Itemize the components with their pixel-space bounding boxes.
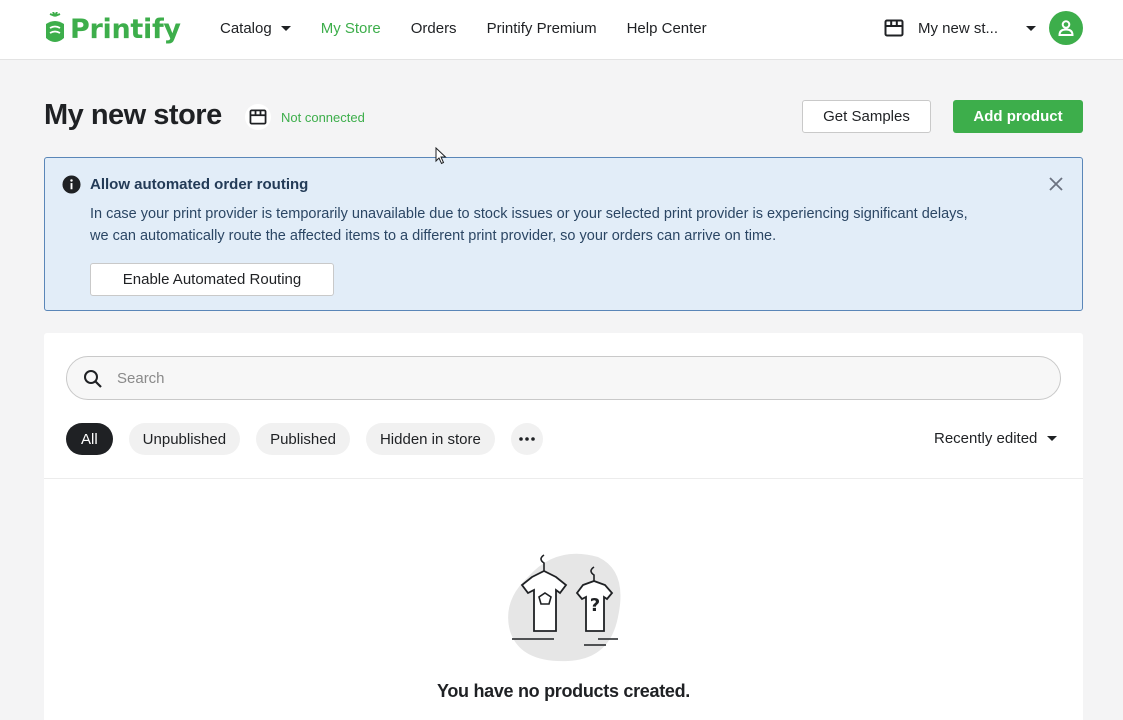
filter-published[interactable]: Published <box>256 423 350 455</box>
store-switcher[interactable]: My new st... <box>884 16 1036 40</box>
filter-hidden-in-store[interactable]: Hidden in store <box>365 423 495 455</box>
storefront-icon <box>249 109 267 125</box>
more-filters-button[interactable] <box>510 423 543 455</box>
storefront-icon <box>884 19 904 37</box>
search-icon <box>84 370 102 388</box>
user-icon <box>1058 20 1074 36</box>
nav-orders[interactable]: Orders <box>411 20 457 37</box>
store-switcher-label: My new st... <box>918 19 999 37</box>
filter-all[interactable]: All <box>66 423 113 455</box>
nav-catalog[interactable]: Catalog <box>220 20 291 37</box>
nav-printify-premium[interactable]: Printify Premium <box>487 20 597 37</box>
search-bar <box>66 356 1061 400</box>
filter-chips: All Unpublished Published Hidden in stor… <box>66 423 559 455</box>
routing-banner: Allow automated order routing In case yo… <box>44 157 1083 311</box>
store-type-badge <box>245 104 271 130</box>
info-icon <box>62 175 81 194</box>
mouse-pointer-icon <box>435 147 447 165</box>
search-input[interactable] <box>117 363 1037 393</box>
chevron-down-icon <box>1026 25 1036 31</box>
add-product-button[interactable]: Add product <box>953 100 1083 133</box>
sort-label: Recently edited <box>934 430 1038 447</box>
more-horizontal-icon <box>519 437 535 441</box>
banner-title: Allow automated order routing <box>90 176 309 193</box>
sort-dropdown[interactable]: Recently edited <box>934 430 1058 447</box>
enable-routing-button[interactable]: Enable Automated Routing <box>90 263 334 296</box>
get-samples-button[interactable]: Get Samples <box>802 100 931 133</box>
products-panel: All Unpublished Published Hidden in stor… <box>44 333 1083 720</box>
connection-status: Not connected <box>281 110 365 125</box>
empty-products-illustration: ? <box>508 553 621 662</box>
logo-text: Printify <box>70 13 181 45</box>
divider <box>44 478 1083 479</box>
user-avatar-button[interactable] <box>1049 11 1083 45</box>
nav-catalog-label: Catalog <box>220 19 272 37</box>
filter-unpublished[interactable]: Unpublished <box>128 423 241 455</box>
printify-logo-icon <box>46 12 64 42</box>
svg-text:?: ? <box>590 595 600 616</box>
close-icon[interactable] <box>1048 176 1064 192</box>
chevron-down-icon <box>280 25 291 31</box>
printify-logo[interactable]: Printify <box>42 10 181 48</box>
page-title: My new store <box>44 99 222 131</box>
top-header: Printify Catalog My Store Orders Printif… <box>0 0 1123 60</box>
empty-state-message: You have no products created. <box>436 681 691 701</box>
banner-text: In case your print provider is temporari… <box>90 206 968 244</box>
main-nav: Catalog My Store Orders Printify Premium… <box>220 0 737 56</box>
chevron-down-icon <box>1047 436 1058 441</box>
nav-my-store[interactable]: My Store <box>321 20 381 37</box>
nav-help-center[interactable]: Help Center <box>627 20 707 37</box>
